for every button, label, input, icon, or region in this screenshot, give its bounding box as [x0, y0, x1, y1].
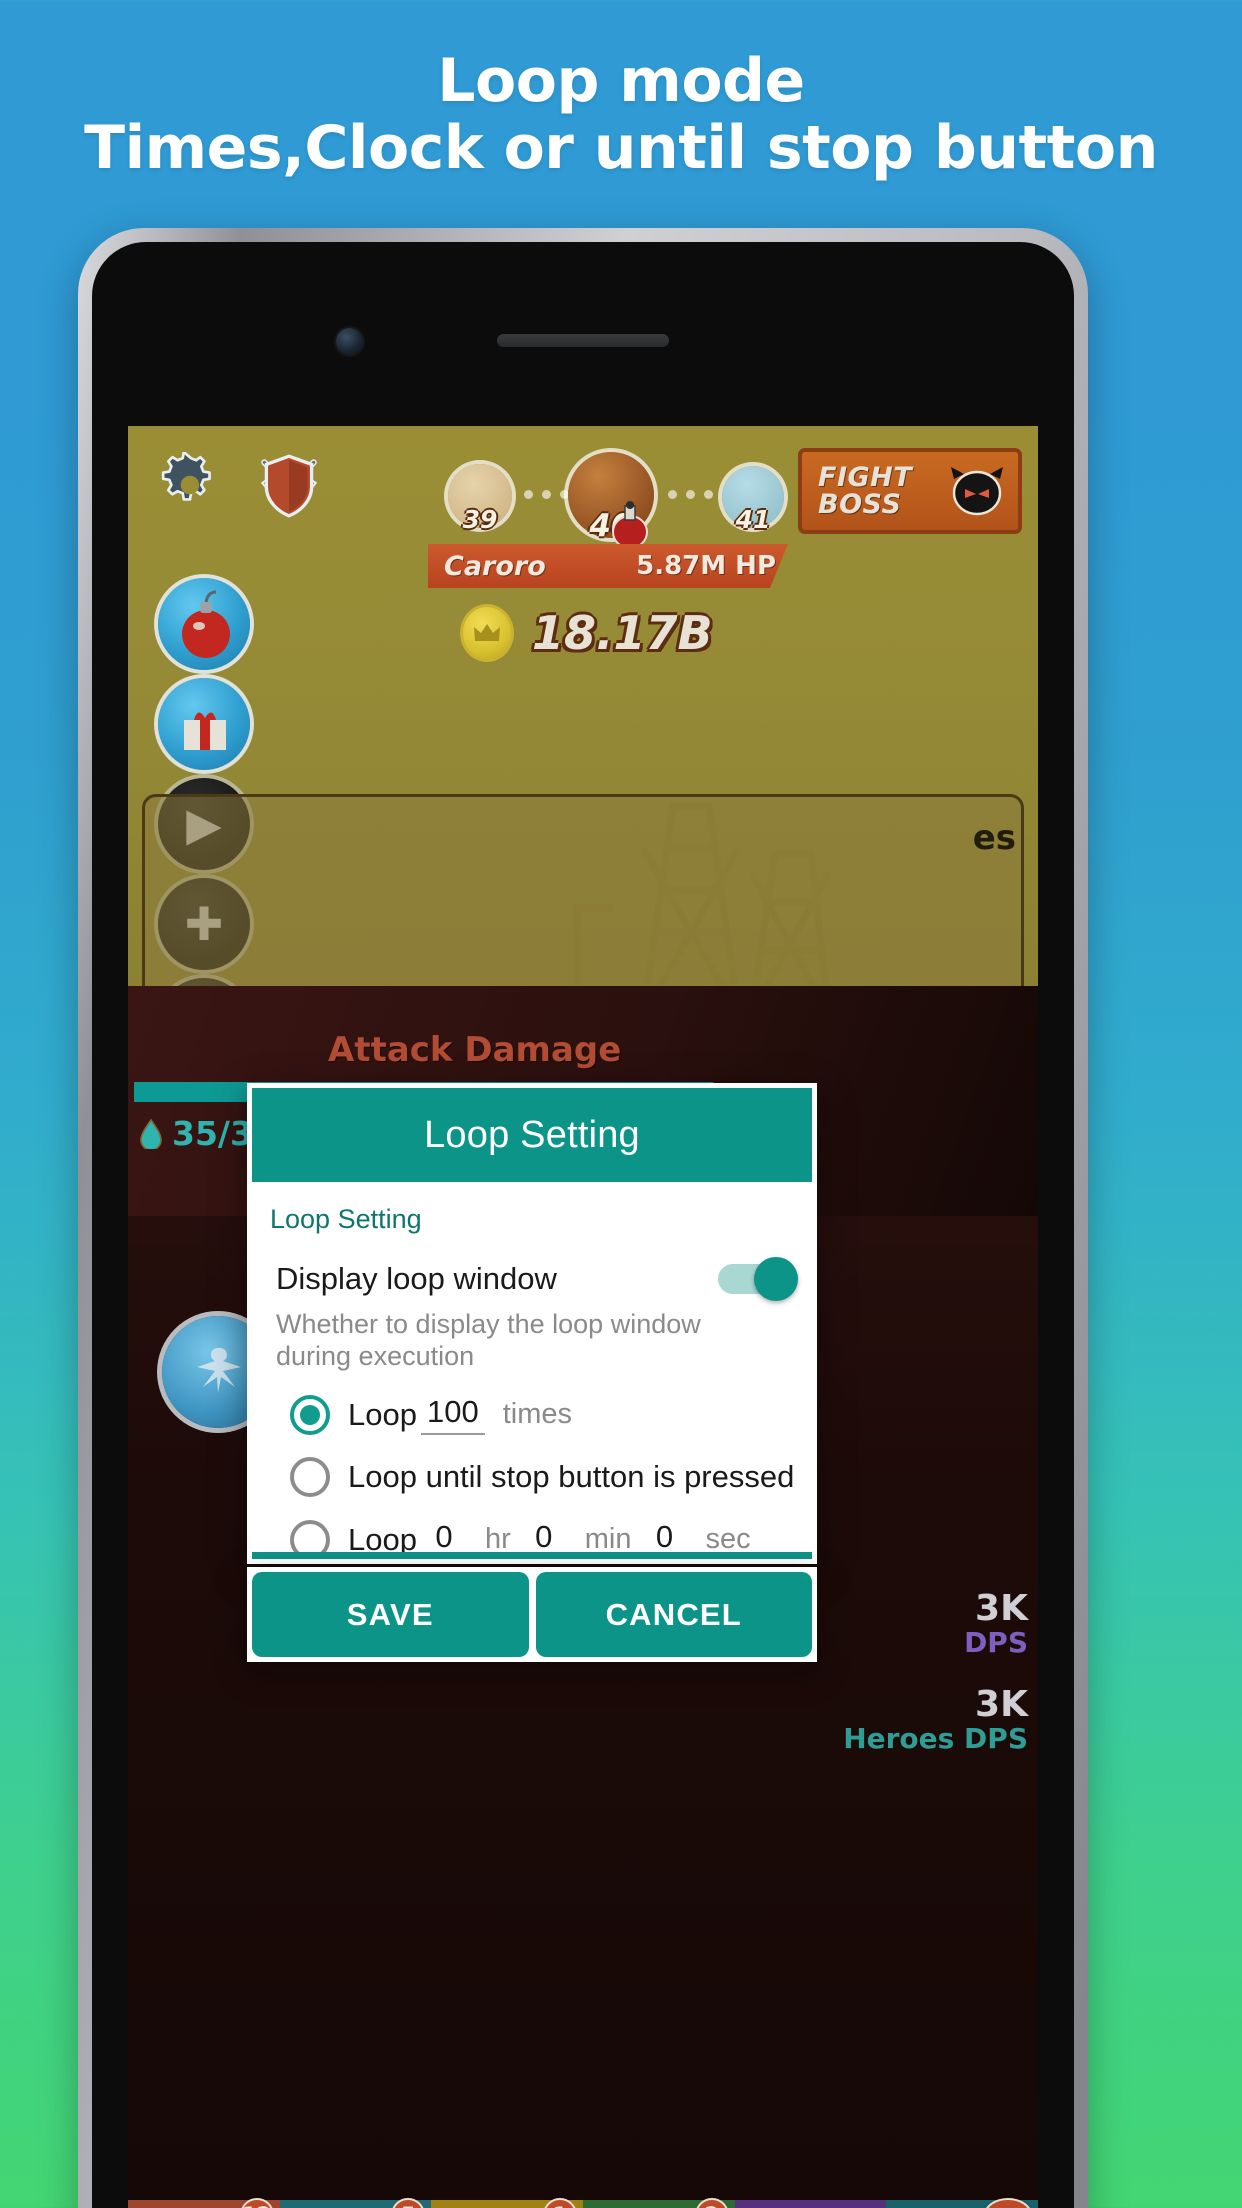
- loop-until-stop-label: Loop until stop button is pressed: [348, 1459, 795, 1495]
- gold-coin-icon: [460, 604, 514, 662]
- nav-badge-2: 1: [543, 2198, 578, 2208]
- display-loop-window-label: Display loop window: [276, 1261, 557, 1296]
- display-loop-window-description: Whether to display the loop window durin…: [276, 1309, 701, 1371]
- nav-tab-armor[interactable]: 1: [431, 2198, 584, 2208]
- option-loop-times[interactable]: Loop 100 times: [252, 1394, 812, 1436]
- gold-counter: 18.17B: [460, 604, 713, 662]
- dps-stat-1-label: DPS: [964, 1625, 1028, 1659]
- potion-drop-icon: [140, 1118, 162, 1149]
- nav-tab-relics[interactable]: [734, 2200, 887, 2208]
- attack-damage-label: Attack Damage: [328, 1030, 622, 1070]
- angel-icon: [197, 1348, 241, 1393]
- dialog-body: Loop Setting Display loop window Whether…: [252, 1182, 812, 1559]
- nav-badge-3: 2: [694, 2198, 729, 2208]
- fight-boss-line-2: BOSS: [818, 489, 902, 520]
- game-top-hud: 39 40 41 FIGHT BOSS Caroro 5.87M HP 18.1…: [128, 426, 1038, 986]
- radio-loop-until-stop[interactable]: [290, 1457, 330, 1498]
- game-panel-text: es: [972, 818, 1016, 858]
- stage-orb-next[interactable]: 41: [722, 466, 784, 534]
- cancel-button[interactable]: CANCEL: [535, 1572, 812, 1657]
- dps-stat-1: 3K DPS: [964, 1590, 1028, 1657]
- bomb-button[interactable]: [158, 578, 250, 670]
- loop-times-input[interactable]: 100: [420, 1394, 485, 1436]
- nav-tab-pets[interactable]: 2: [583, 2198, 735, 2208]
- promo-line-1: Loop mode: [437, 46, 805, 116]
- loop-times-unit: times: [502, 1398, 572, 1431]
- dps-stat-1-value: 3K: [975, 1588, 1028, 1629]
- dps-stat-2-value: 3K: [975, 1684, 1028, 1725]
- stage-dots-right: [668, 490, 713, 499]
- nav-tab-weapons[interactable]: 12: [128, 2198, 280, 2208]
- stage-orb-previous[interactable]: 39: [448, 464, 512, 534]
- stage-progress-row: 39 40 41: [428, 446, 848, 550]
- loop-setting-dialog: Loop Setting Loop Setting Display loop w…: [247, 1083, 817, 1564]
- gift-icon: [184, 712, 226, 750]
- boss-hp-value: 5.87M HP: [636, 551, 776, 581]
- promo-headline: Loop mode Times,Clock or until stop butt…: [0, 46, 1242, 184]
- nav-badge-0: 12: [239, 2198, 274, 2208]
- dps-stat-2: 3K Heroes DPS: [843, 1686, 1028, 1753]
- dialog-title-bar: Loop Setting: [252, 1088, 812, 1182]
- gift-button[interactable]: [158, 678, 250, 770]
- fight-boss-button[interactable]: FIGHT BOSS: [798, 448, 1022, 534]
- stage-number-next: 41: [735, 505, 771, 534]
- crown-icon: [474, 624, 500, 641]
- phone-device-frame: 39 40 41 FIGHT BOSS Caroro 5.87M HP 18.1…: [78, 228, 1088, 2208]
- option-loop-until-stop[interactable]: Loop until stop button is pressed: [252, 1457, 812, 1498]
- clan-shield-icon[interactable]: [252, 448, 326, 522]
- stage-number-previous: 39: [462, 505, 498, 534]
- dialog-action-bar: SAVE CANCEL: [247, 1567, 817, 1662]
- gold-amount: 18.17B: [532, 606, 713, 660]
- earpiece-speaker: [497, 334, 669, 347]
- boss-devil-head-icon: [951, 467, 1003, 516]
- toggle-thumb: [754, 1257, 798, 1301]
- settings-gear-icon[interactable]: [158, 452, 224, 518]
- dps-stat-2-label: Heroes DPS: [843, 1721, 1028, 1755]
- dialog-title: Loop Setting: [424, 1113, 640, 1156]
- save-button[interactable]: SAVE: [252, 1572, 529, 1657]
- display-loop-window-row[interactable]: Display loop window: [252, 1235, 812, 1301]
- loop-times-prefix: Loop: [348, 1396, 417, 1432]
- stage-dots-left: [524, 490, 569, 499]
- nav-badge-1: 5: [391, 2198, 426, 2208]
- bomb-icon: [182, 590, 230, 658]
- radio-loop-times[interactable]: [290, 1394, 330, 1435]
- nav-tab-heroes[interactable]: 5: [279, 2198, 432, 2208]
- front-camera-icon: [336, 328, 363, 355]
- game-bottom-nav: 12 5 1 2: [128, 2198, 1038, 2208]
- game-info-panel: [142, 794, 1024, 986]
- fight-boss-line-1: FIGHT: [818, 462, 913, 493]
- display-loop-window-toggle[interactable]: [718, 1257, 798, 1301]
- section-header-loop-setting: Loop Setting: [270, 1204, 422, 1234]
- fight-boss-label: FIGHT BOSS: [818, 464, 912, 518]
- nav-badge-5: New: [984, 2198, 1033, 2208]
- nav-tab-shop[interactable]: New: [886, 2198, 1038, 2208]
- boss-name: Caroro: [444, 550, 546, 582]
- dialog-scroll-indicator[interactable]: [252, 1552, 812, 1559]
- promo-line-2: Times,Clock or until stop button: [84, 113, 1158, 184]
- boss-hp-bar: Caroro 5.87M HP: [428, 544, 788, 588]
- phone-bezel: 39 40 41 FIGHT BOSS Caroro 5.87M HP 18.1…: [92, 242, 1074, 2208]
